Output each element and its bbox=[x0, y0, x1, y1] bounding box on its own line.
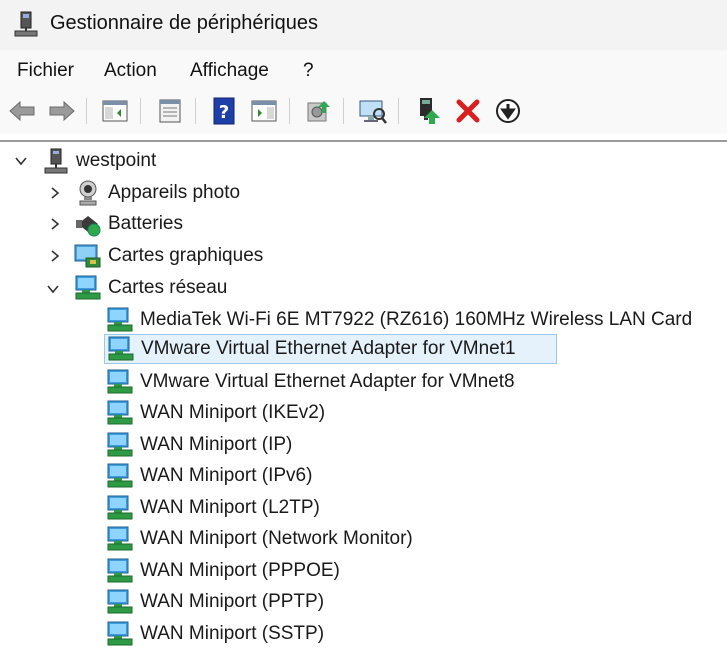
device-item[interactable]: WAN Miniport (L2TP) bbox=[106, 493, 320, 523]
device-label: WAN Miniport (IPv6) bbox=[140, 465, 313, 486]
camera-icon bbox=[79, 180, 97, 206]
update-driver-button[interactable] bbox=[302, 95, 334, 127]
network-adapter-icon bbox=[108, 336, 134, 361]
tree-item-label: Cartes graphiques bbox=[108, 245, 264, 266]
device-label: WAN Miniport (IKEv2) bbox=[140, 402, 326, 423]
tree-root-label: westpoint bbox=[76, 150, 157, 171]
show-hide-console-tree-icon bbox=[102, 100, 128, 122]
svg-text:?: ? bbox=[219, 102, 229, 123]
uninstall-device-icon bbox=[456, 99, 480, 123]
network-adapter-icon bbox=[107, 463, 133, 488]
properties-icon bbox=[159, 99, 181, 123]
tree-root-westpoint[interactable]: westpoint bbox=[42, 146, 156, 176]
device-label: WAN Miniport (PPTP) bbox=[140, 591, 325, 612]
device-label: WAN Miniport (SSTP) bbox=[140, 623, 325, 644]
enable-device-button[interactable] bbox=[412, 95, 444, 127]
menu-help[interactable]: ? bbox=[303, 60, 314, 82]
show-hide-console-tree-button[interactable] bbox=[99, 95, 131, 127]
help-button[interactable]: ? bbox=[208, 95, 240, 127]
tree-item-cartes-graphiques[interactable]: Cartes graphiques bbox=[74, 241, 263, 271]
device-label: VMware Virtual Ethernet Adapter for VMne… bbox=[141, 338, 516, 359]
scan-hardware-icon bbox=[359, 100, 387, 124]
network-adapter-icon bbox=[107, 621, 133, 646]
disable-device-icon bbox=[496, 99, 520, 123]
display-adapter-icon bbox=[74, 244, 101, 268]
chevron-down-icon[interactable] bbox=[14, 154, 28, 168]
device-item[interactable]: WAN Miniport (IKEv2) bbox=[106, 398, 325, 428]
action-pane-icon bbox=[251, 100, 277, 122]
device-label: WAN Miniport (Network Monitor) bbox=[140, 528, 413, 549]
device-manager-icon bbox=[14, 11, 38, 37]
device-item[interactable]: WAN Miniport (Network Monitor) bbox=[106, 524, 413, 554]
network-adapter-icon bbox=[107, 369, 133, 394]
toolbar-separator bbox=[140, 98, 141, 124]
toolbar-separator bbox=[195, 98, 196, 124]
device-item[interactable]: WAN Miniport (IP) bbox=[106, 430, 292, 460]
network-adapter-icon bbox=[75, 275, 101, 300]
device-item[interactable]: WAN Miniport (IPv6) bbox=[106, 461, 312, 491]
toolbar-separator bbox=[343, 98, 344, 124]
back-arrow-icon bbox=[9, 100, 35, 122]
tree-item-label: Appareils photo bbox=[108, 182, 241, 203]
scan-hardware-button[interactable] bbox=[357, 95, 389, 127]
chevron-right-icon[interactable] bbox=[48, 186, 62, 200]
help-icon: ? bbox=[213, 97, 235, 125]
device-label: MediaTek Wi-Fi 6E MT7922 (RZ616) 160MHz … bbox=[140, 309, 693, 330]
network-adapter-icon bbox=[107, 400, 133, 425]
menu-affichage[interactable]: Affichage bbox=[190, 60, 269, 82]
network-adapter-icon bbox=[107, 432, 133, 457]
forward-arrow-icon bbox=[49, 100, 75, 122]
network-adapter-icon bbox=[107, 558, 133, 583]
properties-button[interactable] bbox=[154, 95, 186, 127]
device-label: WAN Miniport (PPPOE) bbox=[140, 560, 340, 581]
forward-button[interactable] bbox=[46, 95, 78, 127]
title-bar: Gestionnaire de périphériques bbox=[0, 0, 727, 50]
network-adapter-icon bbox=[107, 526, 133, 551]
menu-action[interactable]: Action bbox=[104, 60, 157, 82]
device-item[interactable]: WAN Miniport (PPPOE) bbox=[106, 556, 340, 586]
network-adapter-icon bbox=[107, 495, 133, 520]
chevron-right-icon[interactable] bbox=[48, 217, 62, 231]
toolbar-separator bbox=[289, 98, 290, 124]
disable-device-button[interactable] bbox=[492, 95, 524, 127]
tree-item-appareils-photo[interactable]: Appareils photo bbox=[74, 178, 240, 208]
device-item[interactable]: MediaTek Wi-Fi 6E MT7922 (RZ616) 160MHz … bbox=[106, 305, 692, 335]
menu-fichier[interactable]: Fichier bbox=[17, 60, 74, 82]
network-adapter-icon bbox=[107, 589, 133, 614]
toolbar-separator bbox=[86, 98, 87, 124]
back-button[interactable] bbox=[6, 95, 38, 127]
tree-item-label: Batteries bbox=[108, 213, 183, 234]
action-pane-button[interactable] bbox=[248, 95, 280, 127]
update-driver-icon bbox=[307, 101, 330, 122]
device-label: VMware Virtual Ethernet Adapter for VMne… bbox=[140, 371, 515, 392]
toolbar-separator bbox=[398, 98, 399, 124]
window-title: Gestionnaire de périphériques bbox=[50, 12, 318, 34]
tree-item-batteries[interactable]: Batteries bbox=[74, 209, 183, 239]
network-adapter-icon bbox=[107, 307, 133, 332]
device-label: WAN Miniport (IP) bbox=[140, 434, 293, 455]
device-label: WAN Miniport (L2TP) bbox=[140, 497, 320, 518]
tree-item-label: Cartes réseau bbox=[108, 277, 228, 298]
device-item[interactable]: WAN Miniport (SSTP) bbox=[106, 619, 324, 649]
chevron-down-icon[interactable] bbox=[46, 282, 60, 296]
battery-icon bbox=[76, 216, 101, 237]
tree-item-cartes-reseau[interactable]: Cartes réseau bbox=[74, 273, 227, 303]
device-item[interactable]: WAN Miniport (PPTP) bbox=[106, 587, 324, 617]
enable-device-icon bbox=[420, 98, 440, 124]
device-item[interactable]: VMware Virtual Ethernet Adapter for VMne… bbox=[106, 367, 515, 397]
computer-icon bbox=[44, 148, 68, 174]
uninstall-device-button[interactable] bbox=[452, 95, 484, 127]
device-item-selected[interactable]: VMware Virtual Ethernet Adapter for VMne… bbox=[104, 334, 557, 364]
chevron-right-icon[interactable] bbox=[48, 249, 62, 263]
